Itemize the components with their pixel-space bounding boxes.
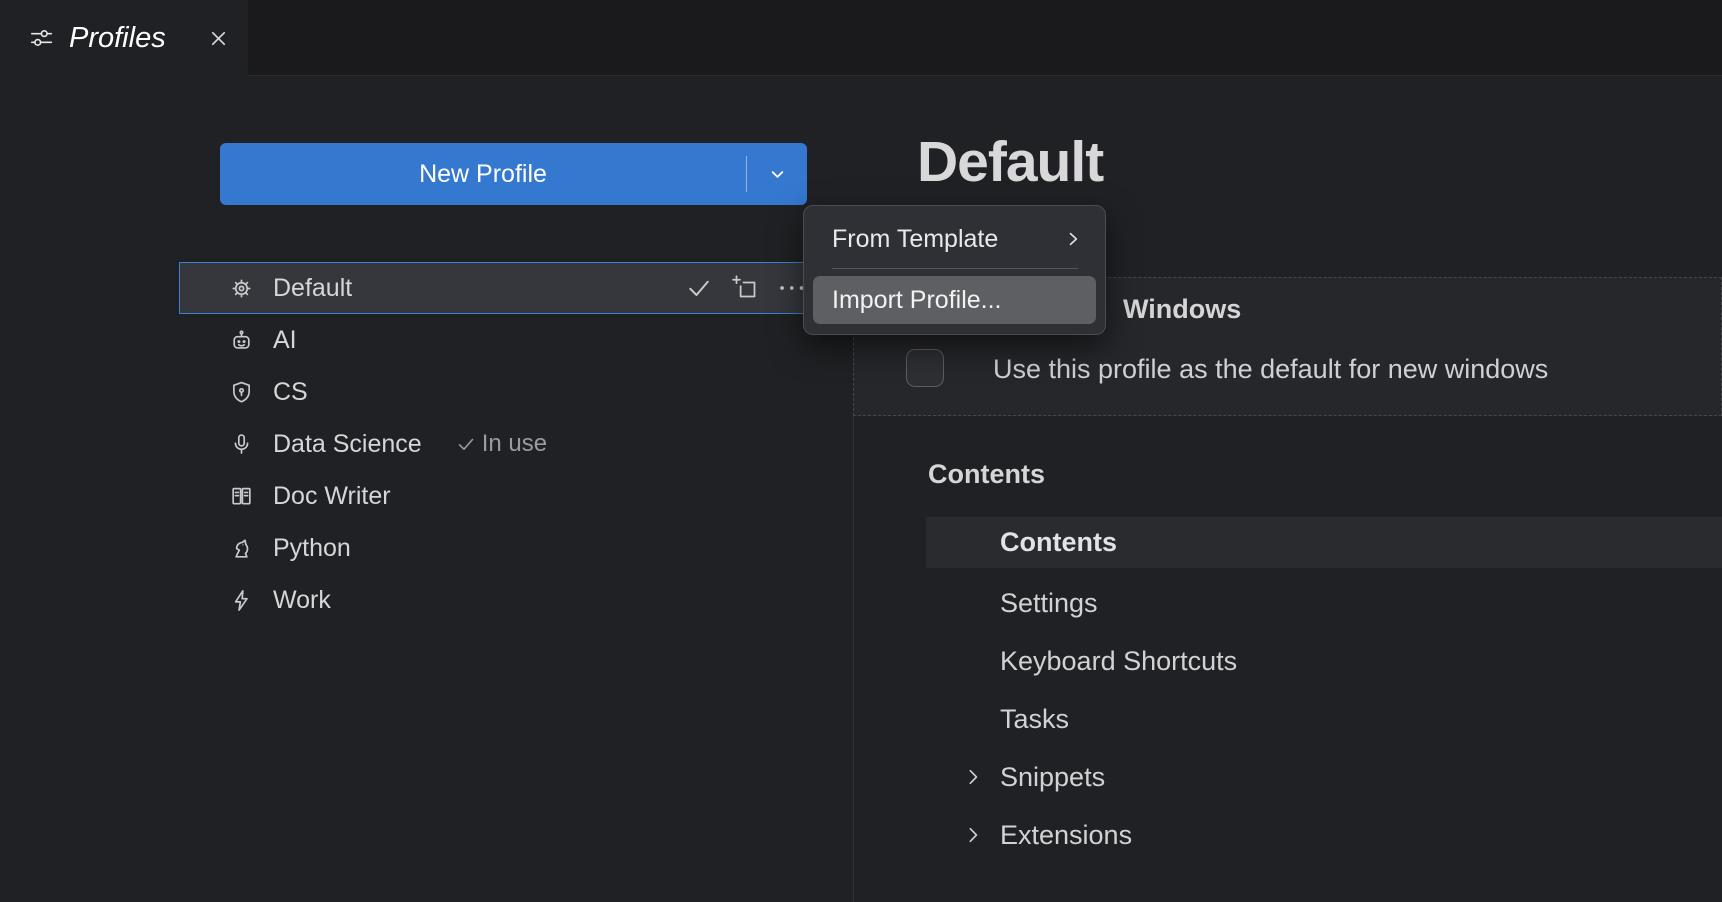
check-icon [454, 432, 478, 456]
tree-row-keyboard-shortcuts[interactable]: Keyboard Shortcuts [926, 632, 1722, 690]
chevron-right-icon[interactable] [960, 822, 986, 848]
tab-title: Profiles [69, 22, 191, 55]
menu-item-import-profile[interactable]: Import Profile... [813, 276, 1096, 324]
contents-heading: Contents [928, 459, 1045, 490]
new-windows-heading: Windows [1123, 294, 1241, 325]
profiles-editor: Profiles New Profile D [0, 0, 1722, 902]
profile-row-cs[interactable]: CS [179, 366, 830, 418]
new-profile-dropdown-menu: From Template Import Profile... [803, 205, 1106, 335]
menu-item-label: From Template [832, 225, 1063, 254]
tab-profiles[interactable]: Profiles [0, 0, 248, 76]
contents-tree: Settings Keyboard Shortcuts Tasks Snippe… [926, 574, 1722, 864]
profile-name: Work [273, 586, 331, 615]
details-left-border [853, 416, 854, 902]
open-book-icon [228, 483, 255, 510]
chevron-down-icon [766, 163, 789, 186]
profile-name: Doc Writer [273, 482, 391, 511]
lightning-bolt-icon [228, 587, 255, 614]
new-profile-label: New Profile [419, 160, 547, 189]
shield-lock-icon [228, 379, 255, 406]
profile-name: AI [273, 326, 297, 355]
menu-item-from-template[interactable]: From Template [804, 214, 1105, 264]
new-profile-split-button: New Profile [220, 143, 807, 205]
contents-header-label: Contents [1000, 527, 1117, 558]
profile-name: Python [273, 534, 351, 563]
tab-bar [0, 0, 1722, 76]
tree-row-label: Snippets [1000, 762, 1105, 793]
profile-name: CS [273, 378, 308, 407]
checkbox-label: Use this profile as the default for new … [993, 354, 1548, 385]
close-icon [207, 27, 230, 50]
profile-row-default[interactable]: Default [179, 262, 830, 314]
profile-row-python[interactable]: Python [179, 522, 830, 574]
close-tab-button[interactable] [206, 26, 230, 50]
chess-knight-icon [228, 535, 255, 562]
default-for-new-windows-checkbox[interactable] [906, 349, 944, 387]
tree-row-label: Tasks [1000, 704, 1069, 735]
profile-row-data-science[interactable]: Data Science In use [179, 418, 830, 470]
profile-row-actions [684, 263, 810, 313]
tune-icon [28, 25, 54, 51]
new-profile-dropdown-button[interactable] [747, 143, 807, 205]
open-in-new-window-icon[interactable] [730, 273, 760, 303]
menu-separator [832, 268, 1078, 269]
tree-row-label: Settings [1000, 588, 1098, 619]
chevron-right-icon[interactable] [960, 764, 986, 790]
check-icon[interactable] [684, 273, 714, 303]
submenu-chevron-icon [1063, 229, 1083, 249]
tree-row-settings[interactable]: Settings [926, 574, 1722, 632]
tree-row-label: Keyboard Shortcuts [1000, 646, 1237, 677]
in-use-badge: In use [454, 430, 547, 458]
robot-icon [228, 327, 255, 354]
tree-row-extensions[interactable]: Extensions [926, 806, 1722, 864]
tree-row-snippets[interactable]: Snippets [926, 748, 1722, 806]
in-use-label: In use [482, 430, 547, 458]
tree-row-label: Extensions [1000, 820, 1132, 851]
menu-item-label: Import Profile... [832, 286, 1002, 315]
profiles-list: Default AI [179, 262, 830, 626]
profile-row-doc-writer[interactable]: Doc Writer [179, 470, 830, 522]
profile-row-work[interactable]: Work [179, 574, 830, 626]
profile-row-ai[interactable]: AI [179, 314, 830, 366]
profile-name: Default [273, 274, 352, 303]
tree-row-tasks[interactable]: Tasks [926, 690, 1722, 748]
new-profile-button[interactable]: New Profile [220, 143, 746, 205]
microphone-icon [228, 431, 255, 458]
contents-table-header-row[interactable]: Contents [926, 517, 1722, 568]
gear-icon [228, 275, 255, 302]
profile-name: Data Science [273, 430, 422, 459]
profile-detail-title: Default [917, 129, 1103, 195]
